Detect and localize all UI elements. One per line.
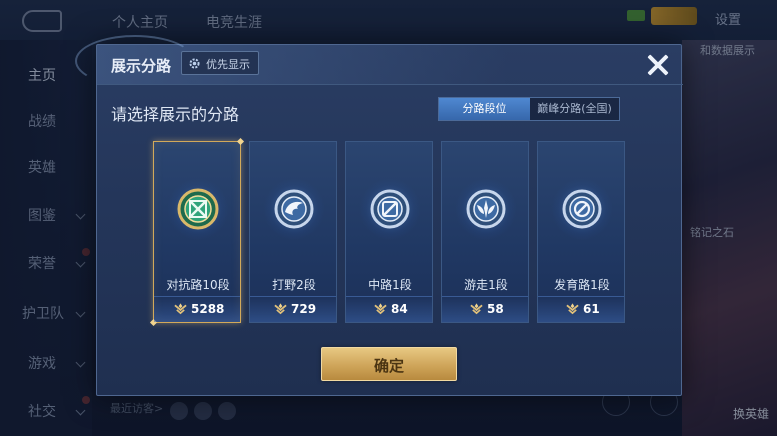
- lane-card-count: 729: [291, 302, 317, 316]
- confirm-button[interactable]: 确定: [321, 347, 457, 381]
- rank-chevron-icon: [274, 303, 287, 315]
- dialog-header: 展示分路 优先显示: [75, 35, 683, 87]
- lane-card-label: 打野2段: [272, 278, 316, 292]
- lane-card-count: 5288: [191, 302, 225, 316]
- lane-card-count: 84: [391, 302, 408, 316]
- lane-card-jungle[interactable]: 打野2段 729: [249, 141, 337, 323]
- tab-peak-lane[interactable]: 巅峰分路(全国): [530, 98, 619, 120]
- lane-card-footer: 729: [250, 296, 336, 322]
- priority-display-button[interactable]: 优先显示: [181, 51, 259, 75]
- priority-display-label: 优先显示: [206, 58, 250, 71]
- lane-card-label: 游走1段: [464, 278, 508, 292]
- gear-icon: [189, 58, 200, 69]
- lane-card-count: 58: [487, 302, 504, 316]
- lane-card-footer: 58: [442, 296, 528, 322]
- spiral-emblem-icon: [551, 178, 613, 240]
- lane-card-label: 发育路1段: [554, 278, 610, 292]
- segment-control: 分路段位 巅峰分路(全国): [438, 97, 620, 121]
- selection-corner: [236, 137, 245, 146]
- lane-card-count: 61: [583, 302, 600, 316]
- lane-card-list: 对抗路10段 5288 打野2段 729 中路1段 84 游走1段 58 发育路…: [149, 137, 627, 327]
- dragon-emblem-icon: [263, 178, 325, 240]
- rank-chevron-icon: [566, 303, 579, 315]
- lane-card-label: 中路1段: [368, 278, 412, 292]
- slash-emblem-icon: [359, 178, 421, 240]
- lane-display-dialog: 展示分路 优先显示 请选择展示的分路 分路段位 巅峰分路(全国) 对抗路10段 …: [75, 35, 683, 396]
- lane-card-label: 对抗路10段: [166, 278, 230, 292]
- lane-card-footer: 61: [538, 296, 624, 322]
- lane-card-mid[interactable]: 中路1段 84: [345, 141, 433, 323]
- rank-chevron-icon: [374, 303, 387, 315]
- lane-card-top[interactable]: 对抗路10段 5288: [149, 137, 245, 327]
- rank-chevron-icon: [470, 303, 483, 315]
- rank-chevron-icon: [174, 303, 187, 315]
- dialog-title: 展示分路: [111, 57, 172, 75]
- lane-card-farm[interactable]: 发育路1段 61: [537, 141, 625, 323]
- crossed-swords-emblem-icon: [167, 178, 229, 240]
- lane-card-footer: 84: [346, 296, 432, 322]
- close-button[interactable]: [643, 51, 673, 81]
- wing-emblem-icon: [455, 178, 517, 240]
- confirm-label: 确定: [373, 357, 404, 375]
- lane-card-footer: 5288: [154, 296, 240, 322]
- tab-lane-rank[interactable]: 分路段位: [439, 98, 530, 120]
- lane-card-roam[interactable]: 游走1段 58: [441, 141, 529, 323]
- section-title: 请选择展示的分路: [111, 105, 240, 124]
